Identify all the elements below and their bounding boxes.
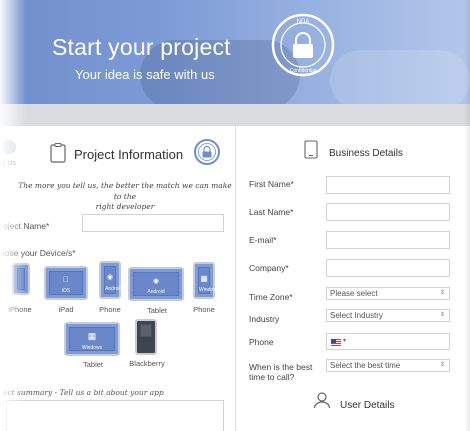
divider-band bbox=[0, 104, 470, 126]
email-input[interactable] bbox=[326, 231, 450, 249]
device-option-ipad[interactable]:  iOS iPad bbox=[42, 266, 90, 316]
device-glyph-android: Android bbox=[105, 286, 123, 292]
project-name-label: oject Name* bbox=[3, 221, 50, 231]
nda-badge-bottom-text: Confidential bbox=[290, 68, 316, 74]
device-name: Tablet bbox=[82, 360, 103, 369]
device-name: Phone bbox=[193, 305, 215, 314]
last-name-input[interactable] bbox=[326, 203, 450, 221]
project-name-input[interactable] bbox=[82, 214, 224, 232]
intro-line-1: The more you tell us, the better the mat… bbox=[18, 181, 232, 201]
first-name-label: First Name* bbox=[249, 179, 294, 189]
time-zone-select[interactable]: Please select ⇕ bbox=[326, 287, 450, 300]
nda-badge-top-text: NDA bbox=[297, 19, 310, 25]
device-option-android-phone[interactable]: ◉ Android Phone bbox=[96, 261, 124, 316]
section-title-business-details: Business Details bbox=[329, 148, 403, 159]
best-time-value: Select the best time bbox=[330, 361, 401, 370]
device-name: iPhone bbox=[8, 305, 32, 314]
country-caret-icon[interactable]: ▾ bbox=[343, 336, 346, 347]
select-arrows-icon: ⇕ bbox=[439, 312, 445, 318]
section-title-user-details: User Details bbox=[340, 400, 395, 411]
last-name-label: Last Name* bbox=[249, 207, 294, 217]
device-glyph-ios: iOS bbox=[61, 288, 71, 294]
device-name: Blackberry bbox=[129, 359, 165, 368]
hero-subtitle: Your idea is safe with us bbox=[75, 67, 215, 82]
best-time-label: When is the best time to call? bbox=[249, 362, 313, 383]
time-zone-label: Time Zone* bbox=[249, 292, 293, 302]
company-input[interactable] bbox=[326, 259, 450, 277]
device-option-iphone[interactable]: iPhone bbox=[4, 263, 36, 315]
device-glyph-windows: Windows bbox=[81, 345, 103, 351]
industry-label: Industry bbox=[249, 314, 280, 324]
company-label: Company* bbox=[249, 263, 289, 273]
step-contact-icon bbox=[2, 140, 16, 154]
page: Start your project Your idea is safe wit… bbox=[0, 0, 470, 431]
intro-text: The more you tell us, the better the mat… bbox=[14, 181, 236, 213]
best-time-select[interactable]: Select the best time ⇕ bbox=[326, 359, 450, 372]
step-contact-label: ct Us bbox=[0, 160, 16, 167]
nda-confidential-badge-icon: NDA Confidential bbox=[271, 13, 335, 77]
user-icon bbox=[313, 392, 331, 409]
device-name: iPad bbox=[58, 305, 74, 314]
time-zone-value: Please select bbox=[330, 289, 378, 298]
device-option-windows-phone[interactable]: ▦ Windows Phone bbox=[190, 262, 220, 316]
phone-label: Phone bbox=[249, 337, 274, 347]
devices-label: oose your Device/s* bbox=[0, 248, 76, 258]
lock-badge-icon bbox=[194, 139, 220, 165]
hero-banner: Start your project Your idea is safe wit… bbox=[0, 0, 470, 104]
first-name-input[interactable] bbox=[326, 176, 450, 194]
phone-input[interactable]: ▾ bbox=[326, 333, 450, 350]
hero-title: Start your project bbox=[52, 34, 231, 60]
project-summary-label: ect summary - Tell us a bit about your a… bbox=[3, 388, 164, 397]
project-summary-textarea[interactable] bbox=[6, 400, 224, 431]
section-title-project-information: Project Information bbox=[74, 147, 184, 162]
email-label: E-mail* bbox=[249, 235, 277, 245]
device-option-blackberry[interactable]: Blackberry bbox=[128, 319, 166, 371]
device-name: Tablet bbox=[146, 306, 167, 315]
device-name: Phone bbox=[99, 305, 121, 314]
device-option-windows-tablet[interactable]: ▦ Windows Tablet bbox=[64, 322, 122, 370]
business-details-panel: Business Details First Name* Last Name* … bbox=[237, 126, 470, 431]
select-arrows-icon: ⇕ bbox=[439, 362, 445, 368]
us-flag-icon[interactable] bbox=[331, 339, 341, 346]
device-option-android-tablet[interactable]: ◉ Android Tablet bbox=[128, 267, 186, 317]
device-glyph-android: Android bbox=[147, 289, 165, 295]
project-information-panel: ct Us Project Information The more you t… bbox=[0, 126, 236, 431]
device-glyph-windows: Windows bbox=[199, 287, 220, 293]
industry-select[interactable]: Select Industry ⇕ bbox=[326, 309, 450, 322]
clipboard-icon bbox=[50, 143, 66, 163]
industry-value: Select Industry bbox=[330, 311, 383, 320]
mobile-device-icon bbox=[304, 140, 318, 159]
select-arrows-icon: ⇕ bbox=[439, 290, 445, 296]
intro-line-2: right developer bbox=[95, 202, 155, 211]
